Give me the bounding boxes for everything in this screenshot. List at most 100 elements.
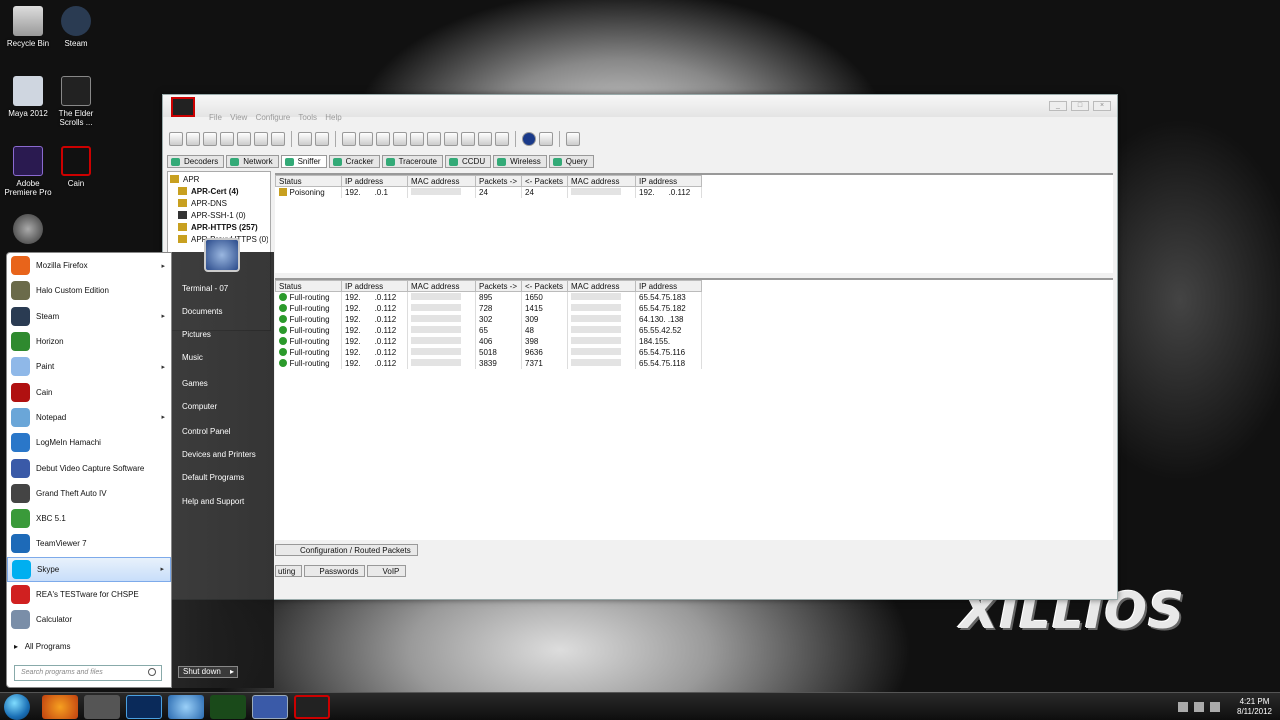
tab-configuration-routed-packets[interactable]: Configuration / Routed Packets <box>275 544 418 556</box>
remove-icon[interactable] <box>315 132 329 146</box>
tab-traceroute[interactable]: Traceroute <box>381 155 443 168</box>
cain-taskbar-icon[interactable] <box>294 695 330 719</box>
add-icon[interactable] <box>298 132 312 146</box>
start-program-item[interactable]: REA's TESTware for CHSPE <box>7 582 171 607</box>
start-program-item[interactable]: Grand Theft Auto IV <box>7 481 171 506</box>
tab-cracker[interactable]: Cracker <box>328 155 380 168</box>
col-ip-address[interactable]: IP address <box>341 280 408 292</box>
network-tray-icon[interactable] <box>1210 702 1220 712</box>
tool-icon[interactable] <box>393 132 407 146</box>
tab-query[interactable]: Query <box>548 155 594 168</box>
tool-icon[interactable] <box>342 132 356 146</box>
menu-file[interactable]: File <box>209 113 222 122</box>
tool-icon[interactable] <box>427 132 441 146</box>
volume-tray-icon[interactable] <box>1194 702 1204 712</box>
col-packets-in[interactable]: <- Packets <box>521 175 568 187</box>
link-help-support[interactable]: Help and Support <box>182 497 244 506</box>
start-program-item[interactable]: Halo Custom Edition <box>7 278 171 303</box>
all-programs-link[interactable]: ▸ All Programs <box>14 642 70 651</box>
start-button[interactable] <box>4 694 30 720</box>
start-program-item[interactable]: Calculator <box>7 607 171 632</box>
tab-sniffer[interactable]: Sniffer <box>280 155 327 168</box>
cain-app-icon[interactable] <box>171 97 195 117</box>
table-row[interactable]: Full-routing 192. .0.112 895 1650 65.54.75.18… <box>275 291 702 303</box>
desktop-icon-steam[interactable]: Steam <box>48 6 104 48</box>
title-bar[interactable]: File View Configure Tools Help _ □ × <box>163 95 1117 122</box>
user-avatar[interactable] <box>204 238 240 272</box>
col-packets-out[interactable]: Packets -> <box>475 280 522 292</box>
menu-help[interactable]: Help <box>325 113 341 122</box>
user-icon[interactable] <box>566 132 580 146</box>
tree-item-apr-https[interactable]: APR-HTTPS (257) <box>170 222 268 234</box>
info-icon[interactable] <box>522 132 536 146</box>
search-input[interactable]: Search programs and files <box>14 665 162 681</box>
table-row[interactable]: Full-routing 192. .0.112 406 398 184.155. <box>275 335 702 347</box>
col-ip-address-2[interactable]: IP address <box>635 175 702 187</box>
menu-configure[interactable]: Configure <box>256 113 291 122</box>
col-mac-address[interactable]: MAC address <box>407 175 476 187</box>
tab-passwords[interactable]: Passwords <box>304 565 366 577</box>
table-row[interactable]: Full-routing 192. .0.112 5018 9636 65.54.75.1… <box>275 346 702 358</box>
link-documents[interactable]: Documents <box>182 307 222 316</box>
col-ip-address[interactable]: IP address <box>341 175 408 187</box>
gta-icon[interactable] <box>84 695 120 719</box>
start-program-item[interactable]: Notepad ▸ <box>7 405 171 430</box>
col-packets-in[interactable]: <- Packets <box>521 280 568 292</box>
apr-icon[interactable] <box>220 132 234 146</box>
table-row[interactable]: Full-routing 192. .0.112 302 309 64.130. .138 <box>275 313 702 325</box>
table-row[interactable]: Full-routing 192. .0.112 65 48 65.55.42.52 <box>275 324 702 336</box>
start-program-item[interactable]: Debut Video Capture Software <box>7 455 171 480</box>
desktop-icon-elder-scrolls[interactable]: The Elder Scrolls ... <box>48 76 104 127</box>
grid3-icon[interactable] <box>271 132 285 146</box>
start-program-item[interactable]: Mozilla Firefox ▸ <box>7 253 171 278</box>
start-program-item[interactable]: Steam ▸ <box>7 304 171 329</box>
start-program-item[interactable]: Paint ▸ <box>7 354 171 379</box>
tool-icon[interactable] <box>461 132 475 146</box>
close-button[interactable]: × <box>1093 101 1111 111</box>
start-program-item[interactable]: XBC 5.1 <box>7 506 171 531</box>
tab-routing[interactable]: uting <box>275 565 303 577</box>
menu-tools[interactable]: Tools <box>298 113 317 122</box>
desktop-icon-cain[interactable]: Cain <box>48 146 104 188</box>
grid2-icon[interactable] <box>254 132 268 146</box>
start-program-item[interactable]: TeamViewer 7 <box>7 531 171 556</box>
tool-icon[interactable] <box>376 132 390 146</box>
link-games[interactable]: Games <box>182 379 208 388</box>
itunes-icon[interactable] <box>168 695 204 719</box>
col-ip-address-2[interactable]: IP address <box>635 280 702 292</box>
link-user[interactable]: Terminal - 07 <box>182 284 228 293</box>
debut-icon[interactable] <box>252 695 288 719</box>
start-program-item[interactable]: Horizon <box>7 329 171 354</box>
table-row[interactable]: Poisoning 192. .0.1 24 24 192. .0.112 <box>275 186 702 198</box>
col-mac-address[interactable]: MAC address <box>407 280 476 292</box>
desktop-icon-shortcut[interactable] <box>0 214 56 247</box>
link-pictures[interactable]: Pictures <box>182 330 211 339</box>
col-status[interactable]: Status <box>275 280 342 292</box>
tree-item-apr-dns[interactable]: APR-DNS <box>170 198 268 210</box>
minimize-button[interactable]: _ <box>1049 101 1067 111</box>
tree-item-apr-cert[interactable]: APR-Cert (4) <box>170 186 268 198</box>
link-control-panel[interactable]: Control Panel <box>182 427 230 436</box>
col-mac-address-2[interactable]: MAC address <box>567 175 636 187</box>
tool-icon[interactable] <box>359 132 373 146</box>
tab-decoders[interactable]: Decoders <box>167 155 225 168</box>
xbox-icon[interactable] <box>210 695 246 719</box>
firefox-icon[interactable] <box>42 695 78 719</box>
tool-icon[interactable] <box>478 132 492 146</box>
link-computer[interactable]: Computer <box>182 402 217 411</box>
start-program-item[interactable]: Cain <box>7 379 171 404</box>
search-icon[interactable] <box>148 668 156 676</box>
shutdown-button[interactable]: Shut down ▸ <box>178 666 238 678</box>
link-music[interactable]: Music <box>182 353 203 362</box>
sniffer-icon[interactable] <box>203 132 217 146</box>
network-icon[interactable] <box>186 132 200 146</box>
col-packets-out[interactable]: Packets -> <box>475 175 522 187</box>
tree-item-apr[interactable]: APR <box>170 174 268 186</box>
photoshop-icon[interactable] <box>126 695 162 719</box>
table-row[interactable]: Full-routing 192. .0.112 3839 7371 65.54.75.1… <box>275 357 702 369</box>
tab-wireless[interactable]: Wireless <box>493 155 547 168</box>
col-mac-address-2[interactable]: MAC address <box>567 280 636 292</box>
help-icon[interactable] <box>539 132 553 146</box>
tool-icon[interactable] <box>495 132 509 146</box>
tool-icon[interactable] <box>444 132 458 146</box>
